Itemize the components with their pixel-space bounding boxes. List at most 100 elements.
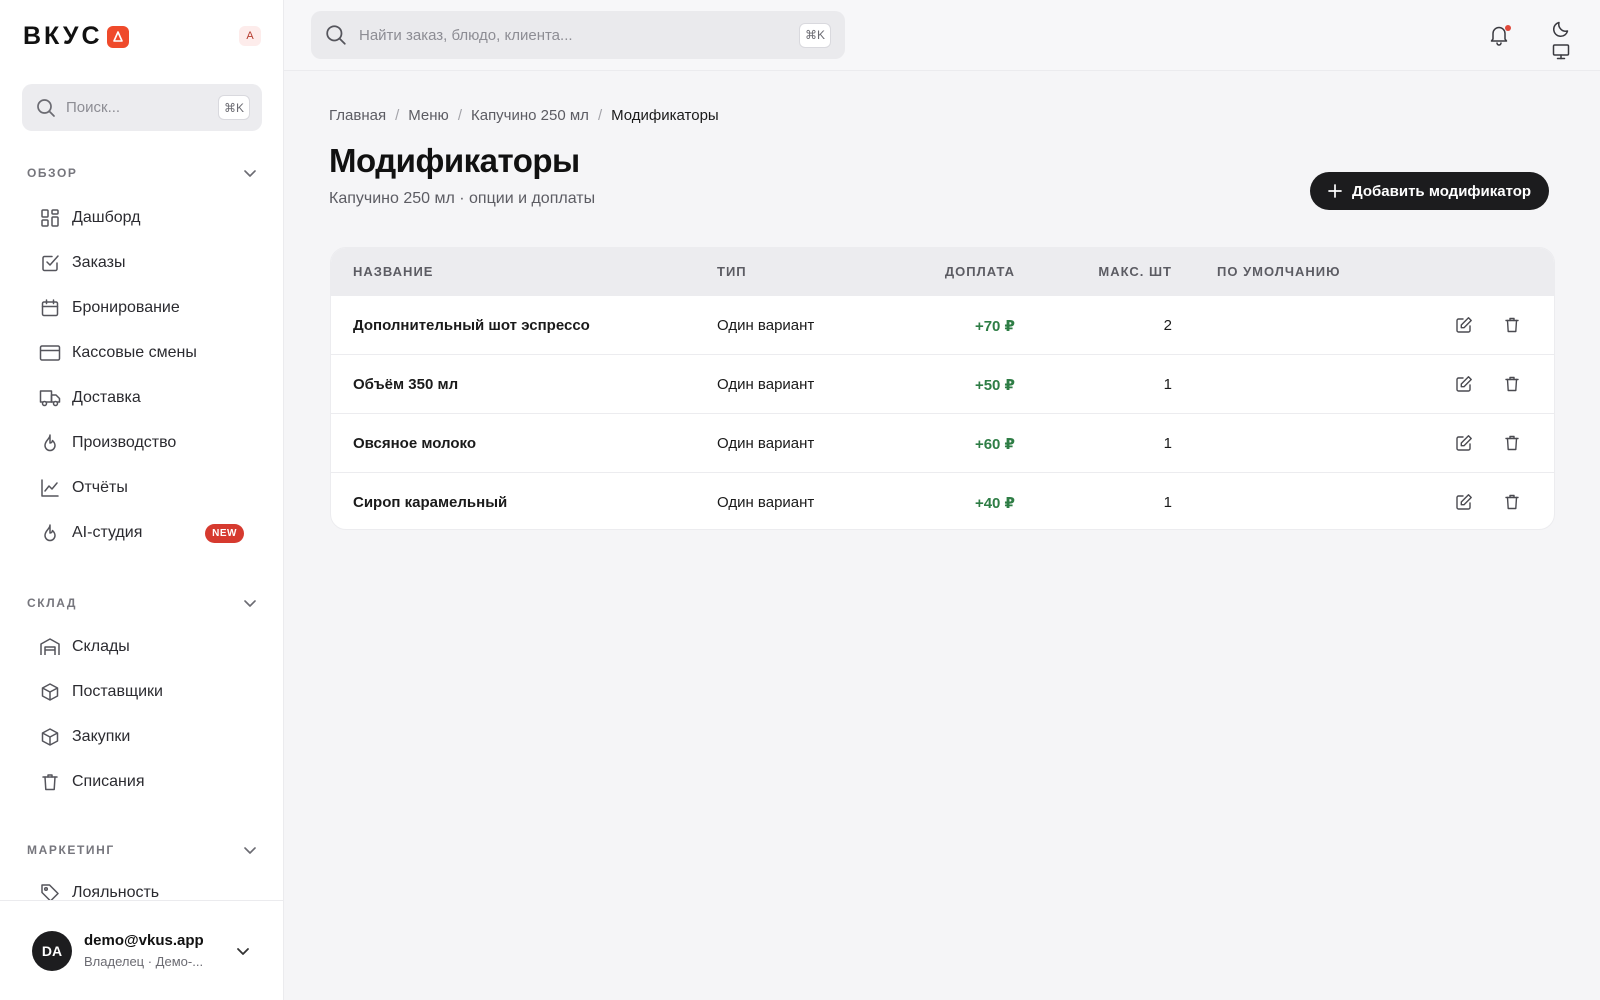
notification-dot — [1505, 25, 1511, 31]
new-badge: NEW — [205, 523, 244, 543]
sidebar-item-label: AI-студия — [72, 524, 143, 541]
sidebar-item-ai-studio[interactable]: AI-студия NEW — [38, 513, 248, 553]
checkbox-icon — [38, 253, 62, 273]
breadcrumb-separator: / — [457, 107, 462, 124]
modifier-price: +40 ₽ — [974, 495, 1015, 512]
user-menu[interactable]: DA demo@vkus.app Владелец · Демо-... — [0, 900, 283, 1000]
trash-icon[interactable] — [1503, 434, 1521, 452]
sidebar-item-label: Доставка — [72, 389, 141, 406]
sidebar-search-input[interactable]: Поиск... — [66, 99, 218, 116]
trash-icon[interactable] — [1503, 316, 1521, 334]
modifier-price: +70 ₽ — [974, 318, 1015, 335]
sidebar-item-label: Отчёты — [72, 479, 128, 496]
sidebar-item-orders[interactable]: Заказы — [38, 243, 248, 283]
section-marketing[interactable]: МАРКЕТИНГ — [27, 843, 257, 857]
plus-icon — [1328, 184, 1342, 198]
chevron-down-icon — [243, 843, 257, 857]
column-header-type[interactable]: ТИП — [717, 264, 747, 279]
sidebar-item-production[interactable]: Производство — [38, 423, 248, 463]
breadcrumb-separator: / — [597, 107, 603, 124]
breadcrumb: Главная / Меню / Капучино 250 мл / Модиф… — [329, 107, 719, 124]
add-modifier-button[interactable]: Добавить модификатор — [1310, 172, 1550, 210]
modifier-max: 2 — [1163, 317, 1172, 334]
truck-icon — [38, 388, 62, 408]
edit-icon[interactable] — [1455, 316, 1473, 334]
section-warehouse[interactable]: СКЛАД — [27, 596, 257, 610]
sidebar-item-purchases[interactable]: Закупки — [38, 717, 248, 757]
section-overview[interactable]: ОБЗОР — [27, 166, 257, 180]
notifications-button[interactable] — [1488, 24, 1511, 46]
logo-mark-icon — [106, 25, 129, 48]
sidebar-item-label: Дашборд — [72, 209, 141, 226]
table-row[interactable]: Дополнительный шот эспрессо Один вариант… — [331, 295, 1554, 354]
column-header-max[interactable]: МАКС. ШТ — [1098, 264, 1172, 279]
sidebar-search[interactable]: Поиск... ⌘K — [22, 84, 262, 131]
sidebar-item-label: Производство — [72, 434, 177, 451]
sidebar-item-label: Кассовые смены — [72, 344, 197, 361]
modifier-price: +60 ₽ — [974, 436, 1015, 453]
column-header-default[interactable]: ПО УМОЛЧАНИЮ — [1217, 264, 1341, 279]
modifier-name: Объём 350 мл — [353, 376, 459, 393]
modifier-type: Один вариант — [717, 494, 815, 511]
search-icon — [325, 24, 347, 46]
column-header-name[interactable]: НАЗВАНИЕ — [353, 264, 433, 279]
page-subtitle: Капучино 250 мл · опции и доплаты — [329, 190, 596, 207]
breadcrumb-item-product[interactable]: Капучино 250 мл — [471, 107, 589, 124]
table-header: НАЗВАНИЕ ТИП ДОПЛАТА МАКС. ШТ ПО УМОЛЧАН… — [331, 248, 1554, 295]
sidebar-item-dashboard[interactable]: Дашборд — [38, 198, 248, 238]
breadcrumb-item-home[interactable]: Главная — [329, 107, 386, 124]
chevron-down-icon — [243, 596, 257, 610]
shortcut-hint: ⌘K — [798, 22, 831, 48]
box-icon — [38, 682, 62, 702]
sidebar-item-cash-shifts[interactable]: Кассовые смены — [38, 333, 248, 373]
trash-icon[interactable] — [1503, 493, 1521, 511]
modifier-type: Один вариант — [717, 435, 815, 452]
sidebar-item-label: Закупки — [72, 728, 131, 745]
edit-icon[interactable] — [1455, 375, 1473, 393]
modifier-type: Один вариант — [717, 376, 815, 393]
modifier-price: +50 ₽ — [974, 377, 1015, 394]
chevron-down-icon — [243, 166, 257, 180]
sidebar-item-write-offs[interactable]: Списания — [38, 762, 248, 802]
lang-badge[interactable]: A — [239, 26, 261, 46]
breadcrumb-item-menu[interactable]: Меню — [408, 107, 449, 124]
sidebar-item-label: Поставщики — [72, 683, 163, 700]
breadcrumb-separator: / — [395, 107, 400, 124]
user-info: demo@vkus.app Владелец · Демо-... — [84, 932, 235, 969]
sidebar: ВКУС A Поиск... ⌘K ОБЗОР Дашборд Заказы — [0, 0, 284, 1000]
edit-icon[interactable] — [1455, 493, 1473, 511]
global-search-input[interactable]: Найти заказ, блюдо, клиента... — [359, 27, 799, 44]
table-row[interactable]: Объём 350 мл Один вариант +50 ₽ 1 — [331, 354, 1554, 413]
warehouse-icon — [38, 637, 62, 657]
logo[interactable]: ВКУС — [23, 22, 129, 51]
section-label: МАРКЕТИНГ — [27, 843, 115, 857]
sidebar-item-booking[interactable]: Бронирование — [38, 288, 248, 328]
sidebar-item-warehouses[interactable]: Склады — [38, 627, 248, 667]
modifier-max: 1 — [1163, 435, 1172, 452]
sidebar-item-label: Списания — [72, 773, 145, 790]
modifier-max: 1 — [1163, 494, 1172, 511]
flame-icon — [38, 523, 62, 543]
modifier-name: Сироп карамельный — [353, 494, 508, 511]
column-header-price[interactable]: ДОПЛАТА — [945, 264, 1015, 279]
box-icon — [38, 727, 62, 747]
add-modifier-label: Добавить модификатор — [1352, 182, 1532, 200]
modifier-max: 1 — [1163, 376, 1172, 393]
table-row[interactable]: Сироп карамельный Один вариант +40 ₽ 1 — [331, 472, 1554, 529]
shortcut-hint: ⌘K — [217, 95, 250, 120]
sidebar-item-label: Склады — [72, 638, 130, 655]
breadcrumb-item-current: Модификаторы — [611, 107, 719, 124]
edit-icon[interactable] — [1455, 434, 1473, 452]
table-row[interactable]: Овсяное молоко Один вариант +60 ₽ 1 — [331, 413, 1554, 472]
calendar-icon — [38, 298, 62, 318]
sidebar-item-reports[interactable]: Отчёты — [38, 468, 248, 508]
sidebar-item-suppliers[interactable]: Поставщики — [38, 672, 248, 712]
system-theme-toggle[interactable] — [1552, 43, 1570, 61]
sidebar-item-delivery[interactable]: Доставка — [38, 378, 248, 418]
global-search[interactable]: Найти заказ, блюдо, клиента... ⌘K — [311, 11, 845, 59]
chevron-down-icon[interactable] — [235, 943, 251, 959]
dark-theme-toggle[interactable] — [1552, 20, 1570, 38]
moon-icon — [1552, 20, 1570, 38]
search-icon — [36, 98, 56, 118]
trash-icon[interactable] — [1503, 375, 1521, 393]
